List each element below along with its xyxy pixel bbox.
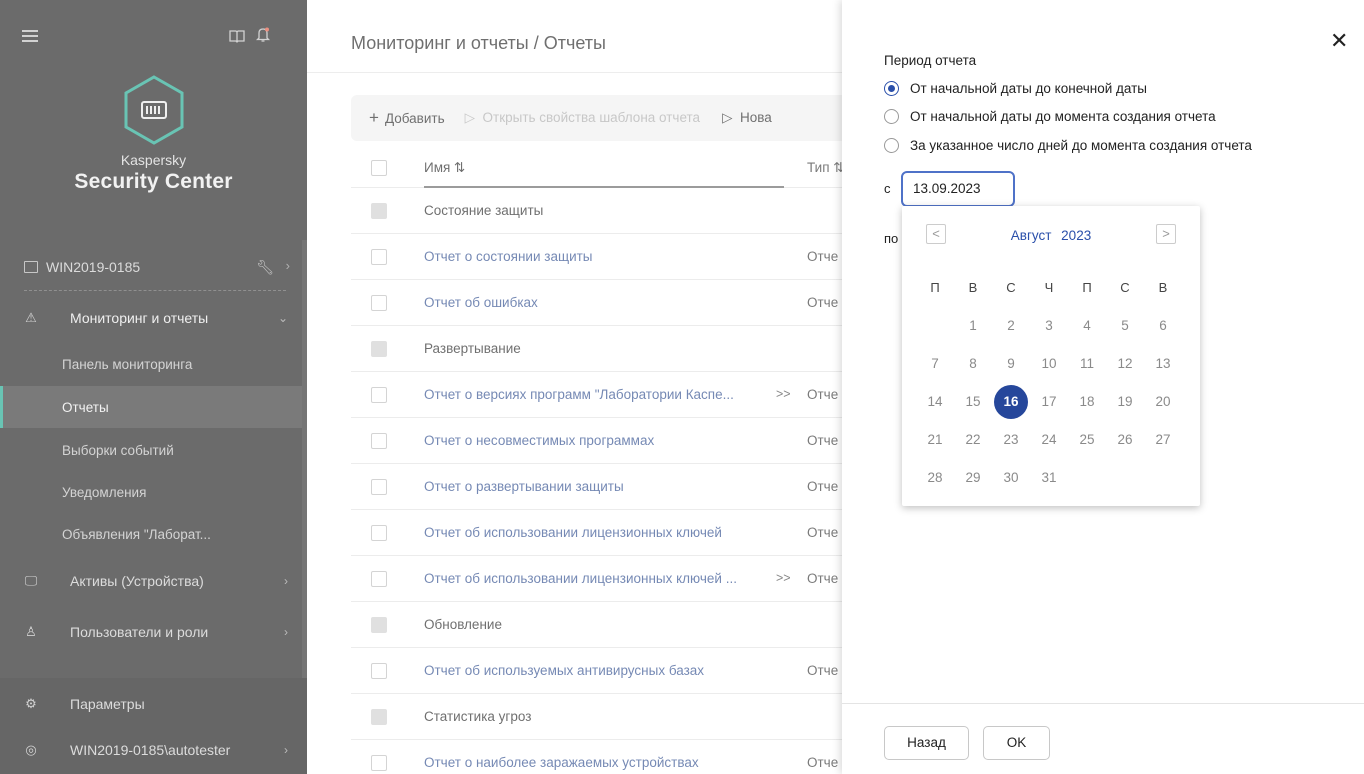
- radio-days-before-creation[interactable]: За указанное число дней до момента созда…: [884, 135, 1252, 155]
- calendar-day[interactable]: 23: [994, 422, 1028, 458]
- calendar-day[interactable]: 25: [1070, 422, 1104, 458]
- weekday-label: С: [1120, 280, 1130, 295]
- calendar-day[interactable]: 26: [1108, 422, 1142, 458]
- from-label: с: [884, 181, 891, 196]
- calendar-day[interactable]: 4: [1070, 308, 1104, 344]
- calendar-day[interactable]: 10: [1032, 346, 1066, 382]
- back-button[interactable]: Назад: [884, 726, 969, 760]
- radio-start-to-creation[interactable]: От начальной даты до момента создания от…: [884, 106, 1216, 126]
- calendar-day[interactable]: 30: [994, 460, 1028, 496]
- close-icon[interactable]: ✕: [1330, 30, 1348, 52]
- weekday-label: П: [1082, 280, 1092, 295]
- report-period-panel: ✕ Период отчета От начальной даты до кон…: [842, 0, 1364, 774]
- calendar-day[interactable]: 17: [1032, 384, 1066, 420]
- radio-label: От начальной даты до конечной даты: [910, 80, 1148, 96]
- radio-label: За указанное число дней до момента созда…: [910, 137, 1252, 153]
- calendar-day[interactable]: 29: [956, 460, 990, 496]
- divider: [842, 703, 1364, 704]
- calendar-day[interactable]: 6: [1146, 308, 1180, 344]
- calendar-day[interactable]: 28: [918, 460, 952, 496]
- calendar-day[interactable]: 1: [956, 308, 990, 344]
- weekday-label: Ч: [1044, 280, 1054, 295]
- calendar-day-selected[interactable]: 16: [994, 384, 1028, 420]
- calendar-day[interactable]: 8: [956, 346, 990, 382]
- calendar-day[interactable]: 27: [1146, 422, 1180, 458]
- calendar-day[interactable]: 11: [1070, 346, 1104, 382]
- calendar-day[interactable]: 12: [1108, 346, 1142, 382]
- weekday-label: В: [968, 280, 978, 295]
- radio-button[interactable]: [884, 137, 899, 153]
- calendar-day[interactable]: 9: [994, 346, 1028, 382]
- calendar-day[interactable]: 14: [918, 384, 952, 420]
- calendar-year[interactable]: 2023: [1061, 228, 1091, 243]
- next-month-button[interactable]: >: [1156, 224, 1176, 244]
- weekday-label: П: [930, 280, 940, 295]
- calendar-day[interactable]: 19: [1108, 384, 1142, 420]
- calendar-day[interactable]: 5: [1108, 308, 1142, 344]
- calendar-day[interactable]: 22: [956, 422, 990, 458]
- calendar-day[interactable]: 18: [1070, 384, 1104, 420]
- calendar-day[interactable]: 21: [918, 422, 952, 458]
- calendar-day[interactable]: 13: [1146, 346, 1180, 382]
- weekday-label: С: [1006, 280, 1016, 295]
- date-picker-calendar: < Август 2023 > П В С Ч П С В 1 2 3 4 5 6 7 8 9 10 11 12 13…: [902, 206, 1200, 506]
- start-date-input[interactable]: 13.09.2023: [901, 171, 1015, 207]
- calendar-month[interactable]: Август: [1011, 228, 1052, 243]
- calendar-day[interactable]: 15: [956, 384, 990, 420]
- calendar-day[interactable]: 20: [1146, 384, 1180, 420]
- to-label: по: [884, 231, 899, 246]
- radio-button[interactable]: [884, 80, 899, 96]
- calendar-day[interactable]: 31: [1032, 460, 1066, 496]
- radio-start-to-end[interactable]: От начальной даты до конечной даты: [884, 78, 1147, 98]
- ok-button[interactable]: OK: [983, 726, 1050, 760]
- calendar-day[interactable]: 2: [994, 308, 1028, 344]
- modal-overlay[interactable]: [0, 0, 842, 774]
- weekday-label: В: [1158, 280, 1168, 295]
- panel-title: Период отчета: [884, 53, 977, 68]
- radio-button[interactable]: [884, 108, 899, 124]
- calendar-day[interactable]: 7: [918, 346, 952, 382]
- calendar-day[interactable]: 3: [1032, 308, 1066, 344]
- calendar-day[interactable]: 24: [1032, 422, 1066, 458]
- radio-label: От начальной даты до момента создания от…: [910, 108, 1216, 124]
